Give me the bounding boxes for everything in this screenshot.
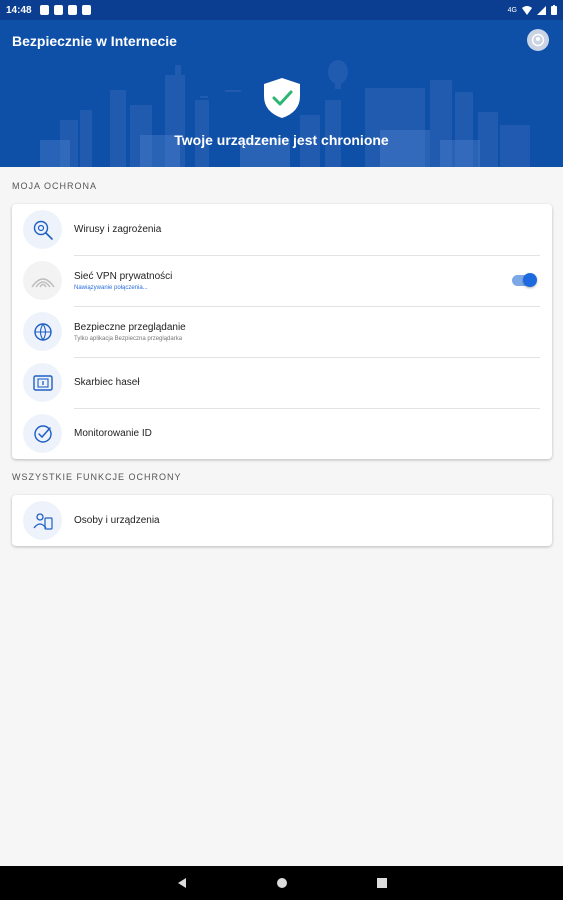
app-title: Bezpiecznie w Internecie [12,33,177,49]
item-sublabel: Nawiązywanie połączenia... [74,284,148,291]
vpn-toggle[interactable] [512,273,537,287]
signal-icon [537,5,546,15]
toggle-knob [523,273,537,287]
status-bar: 14:48 4G [0,0,563,20]
globe-shield-icon [23,312,62,351]
back-button[interactable] [172,873,192,893]
wifi-icon [522,5,532,15]
list-item-viruses[interactable]: Wirusy i zagrożenia [12,204,552,255]
all-features-card: Osoby i urządzenia [12,495,552,546]
account-avatar-button[interactable] [527,29,549,51]
id-monitor-icon [23,414,62,453]
app-header: Bezpiecznie w Internecie Twoje urządzeni… [0,20,563,167]
item-label: Skarbiec haseł [74,377,140,388]
item-label: Bezpieczne przeglądanie [74,321,186,333]
item-label: Monitorowanie ID [74,428,152,439]
home-button[interactable] [272,873,292,893]
list-item-password-vault[interactable]: Skarbiec haseł [12,357,552,408]
back-icon [177,878,186,888]
item-label: Sieć VPN prywatności [74,270,173,282]
item-sublabel: Tylko aplikacja Bezpieczna przeglądarka [74,335,183,342]
list-item-safe-browsing[interactable]: Bezpieczne przeglądanie Tylko aplikacja … [12,306,552,357]
navigation-bar [0,866,563,900]
vault-icon [23,363,62,402]
status-time: 14:48 [6,4,32,16]
list-item-id-monitoring[interactable]: Monitorowanie ID [12,408,552,459]
recents-icon [376,878,387,888]
battery-icon [551,5,557,15]
notification-icon [67,5,77,15]
list-item-vpn[interactable]: Sieć VPN prywatności Nawiązywanie połącz… [12,255,552,306]
vpn-arc-icon [23,261,62,300]
section-title-my-protection: MOJA OCHRONA [12,181,98,191]
avatar-icon [531,33,545,47]
notification-icons [39,5,91,15]
notification-icon [53,5,63,15]
notification-icon [39,5,49,15]
my-protection-card: Wirusy i zagrożenia Sieć VPN prywatności… [12,204,552,459]
notification-icon [81,5,91,15]
people-devices-icon [23,501,62,540]
shield-check-icon [264,78,300,118]
protection-status-text: Twoje urządzenie jest chronione [174,132,389,148]
recents-button[interactable] [372,873,392,893]
home-icon [276,878,287,888]
virus-search-icon [23,210,62,249]
item-label: Wirusy i zagrożenia [74,224,162,235]
network-label: 4G [507,6,517,14]
section-title-all-features: WSZYSTKIE FUNKCJE OCHRONY [12,472,182,482]
item-label: Osoby i urządzenia [74,515,160,526]
list-item-people-devices[interactable]: Osoby i urządzenia [12,495,552,546]
